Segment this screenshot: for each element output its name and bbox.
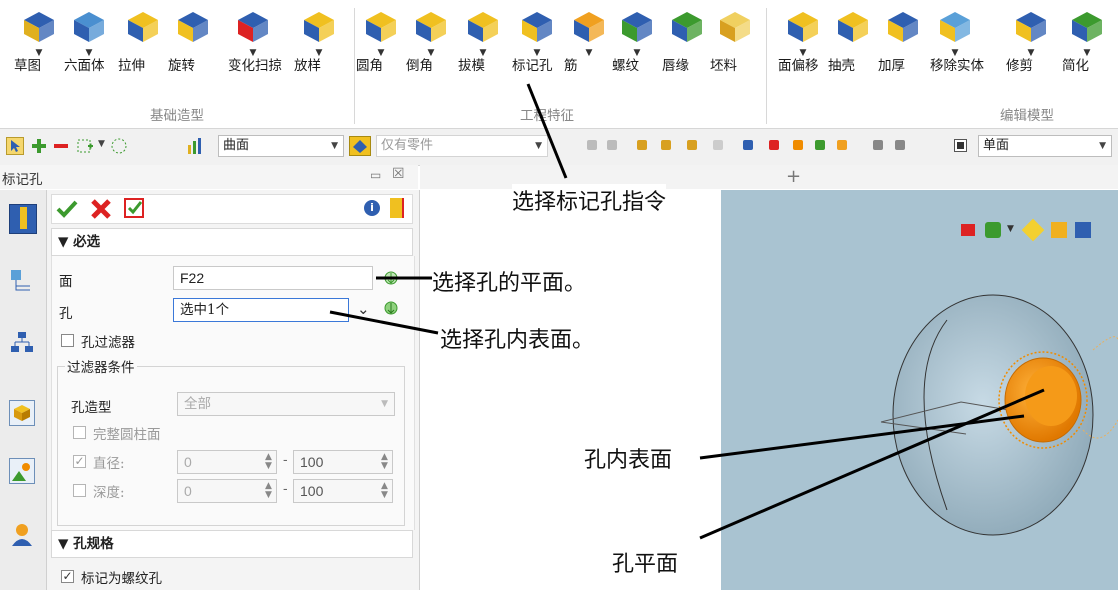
annotation-hole-plane: 孔平面 bbox=[612, 552, 679, 577]
annotation-select-command: 选择标记孔指令 bbox=[512, 184, 667, 216]
annotation-select-face: 选择孔的平面。 bbox=[432, 271, 587, 296]
annotation-select-inner: 选择孔内表面。 bbox=[440, 328, 595, 353]
annotation-inner-surface: 孔内表面 bbox=[584, 448, 673, 473]
